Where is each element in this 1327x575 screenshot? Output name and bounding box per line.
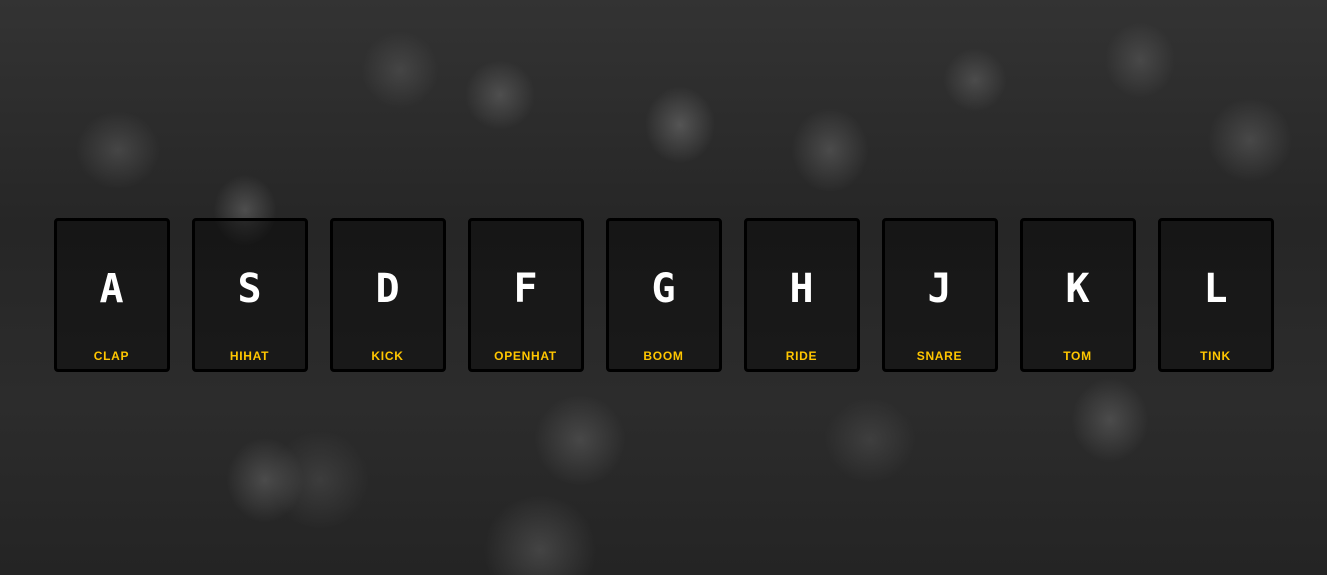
drum-key-j[interactable]: J SNARE bbox=[881, 218, 998, 372]
drum-key-h[interactable]: H RIDE bbox=[743, 218, 860, 372]
drum-key-f[interactable]: F OPENHAT bbox=[467, 218, 584, 372]
key-sound-label: RIDE bbox=[785, 349, 818, 363]
drum-key-g[interactable]: G BOOM bbox=[605, 218, 722, 372]
key-sound-label: SNARE bbox=[916, 349, 963, 363]
key-sound-label: KICK bbox=[371, 349, 404, 363]
drum-key-a[interactable]: A CLAP bbox=[53, 218, 170, 372]
drum-key-l[interactable]: L TINK bbox=[1157, 218, 1274, 372]
key-sound-label: CLAP bbox=[93, 349, 130, 363]
key-sound-label: OPENHAT bbox=[494, 349, 557, 363]
key-letter: S bbox=[237, 266, 262, 312]
key-letter: G bbox=[651, 266, 676, 312]
key-sound-label: BOOM bbox=[643, 349, 684, 363]
key-sound-label: HIHAT bbox=[229, 349, 270, 363]
key-letter: L bbox=[1203, 266, 1228, 312]
key-letter: J bbox=[927, 266, 952, 312]
key-letter: K bbox=[1065, 266, 1090, 312]
drum-key-d[interactable]: D KICK bbox=[329, 218, 446, 372]
key-letter: D bbox=[375, 266, 400, 312]
key-letter: A bbox=[99, 266, 124, 312]
drum-key-k[interactable]: K TOM bbox=[1019, 218, 1136, 372]
key-sound-label: TOM bbox=[1063, 349, 1092, 363]
key-letter: F bbox=[513, 266, 538, 312]
drum-keys-row: A CLAP S HIHAT D KICK F OPENHAT G BOOM H… bbox=[0, 218, 1327, 372]
drum-key-s[interactable]: S HIHAT bbox=[191, 218, 308, 372]
key-letter: H bbox=[789, 266, 814, 312]
key-sound-label: TINK bbox=[1200, 349, 1231, 363]
